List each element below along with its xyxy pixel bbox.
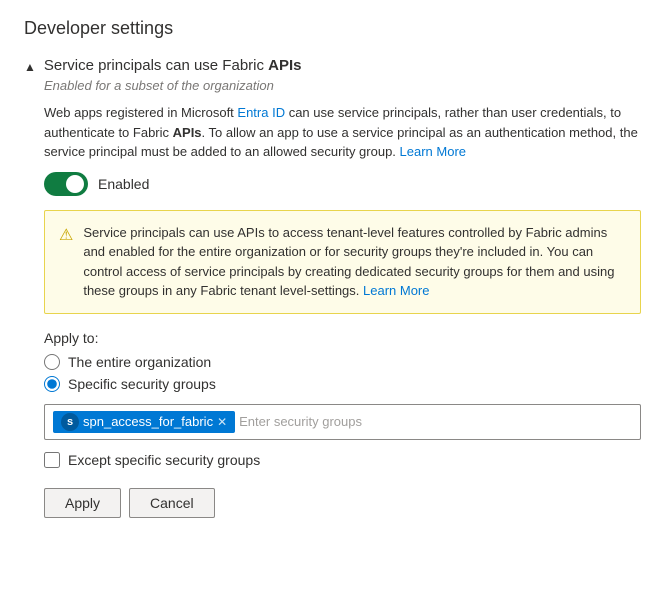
section-title-prefix: Service principals can use Fabric (44, 57, 268, 74)
section-subtitle: Enabled for a subset of the organization (44, 78, 641, 93)
tag-input-placeholder[interactable]: Enter security groups (239, 414, 632, 429)
tag-remove-button[interactable]: ✕ (217, 416, 227, 428)
section-title: Service principals can use Fabric APIs (44, 57, 302, 74)
except-groups-checkbox[interactable] (44, 452, 60, 468)
tag-avatar: s (61, 413, 79, 431)
except-groups-label[interactable]: Except specific security groups (68, 452, 260, 468)
entire-org-label[interactable]: The entire organization (68, 354, 211, 370)
specific-groups-radio[interactable] (44, 376, 60, 392)
entire-org-radio-row: The entire organization (44, 354, 641, 370)
collapse-icon[interactable]: ▲ (24, 60, 36, 74)
toggle-label: Enabled (98, 176, 149, 192)
tag-label: spn_access_for_fabric (83, 414, 213, 429)
learn-more-link-2[interactable]: Learn More (363, 283, 429, 298)
section-title-bold: APIs (268, 57, 301, 74)
apply-button[interactable]: Apply (44, 488, 121, 518)
info-text: Service principals can use APIs to acces… (83, 223, 626, 301)
specific-groups-label[interactable]: Specific security groups (68, 376, 216, 392)
apply-to-section: Apply to: The entire organization Specif… (44, 330, 641, 392)
except-checkbox-row: Except specific security groups (44, 452, 641, 468)
enabled-toggle[interactable] (44, 172, 88, 196)
learn-more-link-1[interactable]: Learn More (400, 144, 466, 159)
warning-icon: ⚠ (59, 224, 73, 301)
apply-to-label: Apply to: (44, 330, 641, 346)
toggle-row: Enabled (44, 172, 641, 196)
action-buttons: Apply Cancel (44, 488, 641, 518)
cancel-button[interactable]: Cancel (129, 488, 215, 518)
tag-input-container[interactable]: s spn_access_for_fabric ✕ Enter security… (44, 404, 641, 440)
tag-spn-access: s spn_access_for_fabric ✕ (53, 411, 235, 433)
info-box: ⚠ Service principals can use APIs to acc… (44, 210, 641, 314)
specific-groups-radio-row: Specific security groups (44, 376, 641, 392)
page-title: Developer settings (24, 18, 641, 39)
entra-id-link[interactable]: Entra ID (237, 105, 285, 120)
entire-org-radio[interactable] (44, 354, 60, 370)
section-description: Web apps registered in Microsoft Entra I… (44, 103, 641, 162)
